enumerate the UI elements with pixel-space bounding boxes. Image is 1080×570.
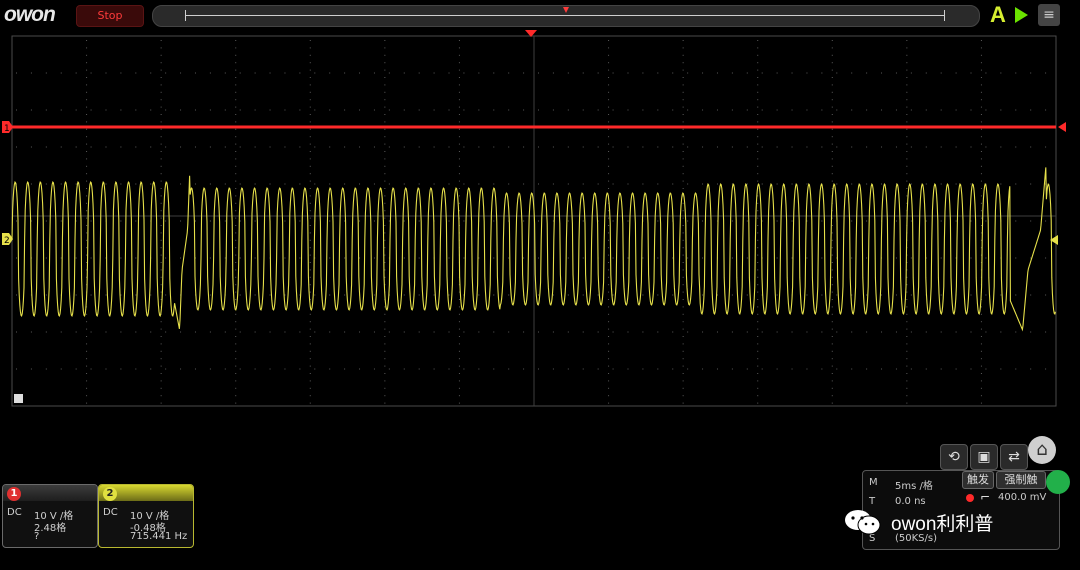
watermark-text: owon利利普 xyxy=(891,514,994,535)
timebase-m-value: 5ms /格 xyxy=(895,481,933,492)
channel-2-marker-label: 2 xyxy=(4,236,10,246)
owon-logo: owon xyxy=(4,3,56,26)
home-icon[interactable]: ⌂ xyxy=(1028,436,1056,464)
channel-2-info[interactable]: 2 DC 10 V /格 -0.48格 715.441 Hz xyxy=(98,484,194,548)
trigger-level-value: 400.0 mV xyxy=(998,492,1047,503)
top-bar: owon Stop A ≡ xyxy=(0,0,1080,30)
device-icon[interactable]: ⇄ xyxy=(1000,444,1028,470)
channel-1-coupling: DC xyxy=(7,507,22,518)
channel-1-frequency: ? xyxy=(34,531,40,542)
run-icon[interactable] xyxy=(1015,7,1028,23)
channel-1-badge: 1 xyxy=(7,487,21,501)
refresh-icon[interactable]: ⟲ xyxy=(940,444,968,470)
channel-2-frequency: 715.441 Hz xyxy=(130,531,188,542)
acquisition-status-button[interactable]: Stop xyxy=(76,5,144,27)
menu-icon[interactable]: ≡ xyxy=(1038,4,1060,26)
trigger-mode-indicator[interactable]: A xyxy=(990,2,1006,28)
wechat-icon xyxy=(845,510,881,535)
channel-1-info[interactable]: 1 DC 10 V /格 2.48格 ? xyxy=(2,484,98,548)
timeline-trigger-marker xyxy=(563,7,569,13)
timebase-m-label: M xyxy=(869,477,878,488)
channel-1-marker-label: 1 xyxy=(4,124,10,134)
rising-edge-icon: ⌐ xyxy=(980,490,991,504)
trigger-source-dot xyxy=(966,494,974,502)
force-trigger-tab[interactable]: 强制触 xyxy=(996,471,1046,489)
timebase-t-label: T xyxy=(869,496,876,507)
save-icon[interactable]: ▣ xyxy=(970,444,998,470)
status-indicator-icon xyxy=(1046,470,1070,494)
trigger-tab[interactable]: 触发 xyxy=(962,471,994,489)
channel-2-coupling: DC xyxy=(103,507,118,518)
channel-2-badge: 2 xyxy=(103,487,117,501)
timeline-position-bar[interactable] xyxy=(152,5,980,27)
screen-corner-icon xyxy=(14,394,23,403)
timeline-start-tick xyxy=(185,10,186,21)
timebase-t-value: 0.0 ns xyxy=(895,496,926,507)
waveform-display[interactable]: 1 2 xyxy=(0,30,1080,410)
timeline-line xyxy=(185,15,945,16)
timeline-end-tick xyxy=(944,10,945,21)
